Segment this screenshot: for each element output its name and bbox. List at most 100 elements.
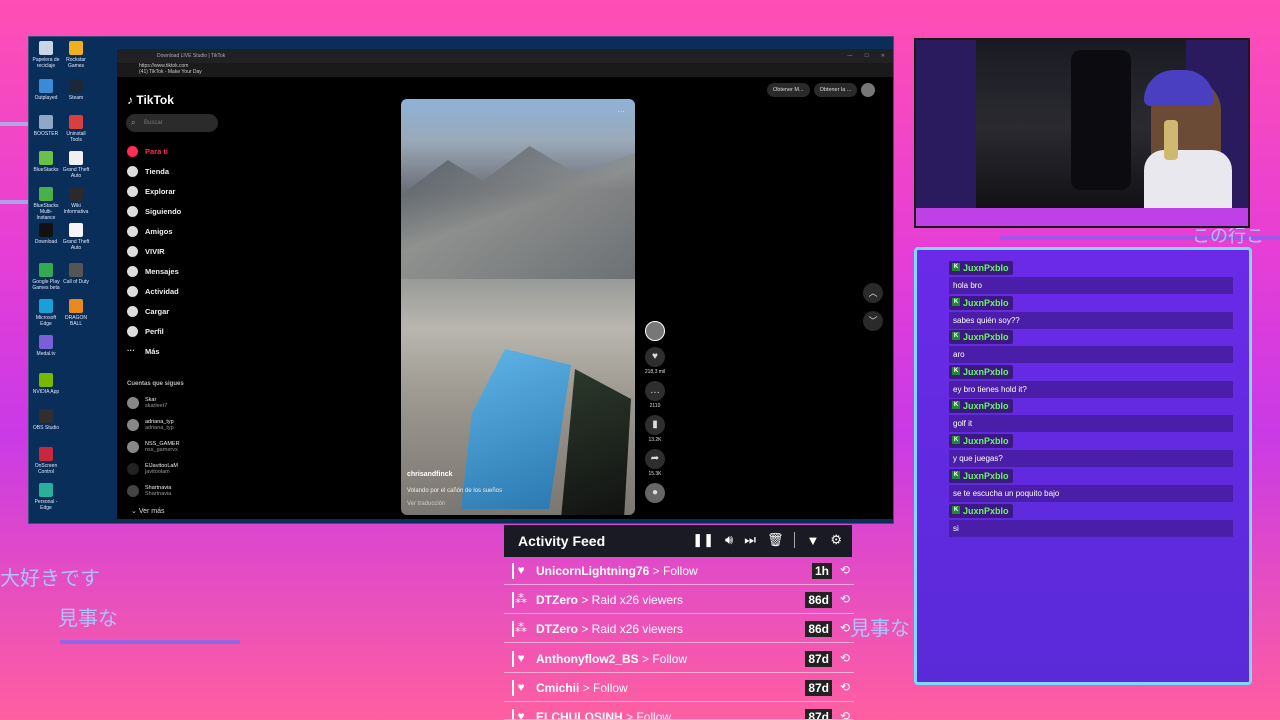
more-icon: ···	[127, 345, 135, 355]
badge-icon: K	[952, 436, 960, 444]
desktop-icon[interactable]: BOOSTER	[31, 115, 61, 137]
replay-icon[interactable]: ⟲	[840, 651, 850, 665]
overlay-text: 大好きです	[0, 566, 100, 590]
trash-icon[interactable]: 🗑︎	[767, 532, 784, 548]
replay-icon[interactable]: ⟲	[840, 592, 850, 606]
pause-icon[interactable]: ❚❚	[692, 532, 714, 548]
desktop-icon[interactable]: Grand Theft Auto	[61, 223, 91, 251]
following-header: Cuentas que sigues	[127, 381, 184, 387]
address-bar[interactable]: https://www.tiktok.com (41) TikTok - Mak…	[117, 63, 893, 77]
desktop-icon[interactable]: OnScreen Control	[31, 447, 61, 475]
chat-message: K JuxnPxblo golf it	[949, 396, 1233, 432]
replay-icon[interactable]: ⟲	[840, 680, 850, 694]
music-disc-icon[interactable]: ●	[645, 483, 665, 503]
desktop-icon[interactable]: Call of Duty	[61, 263, 91, 285]
following-account[interactable]: ElJavitooLaM javitoolam	[127, 459, 223, 479]
following-account[interactable]: NSS_GAMER nss_gamervx	[127, 437, 223, 457]
desktop-icon[interactable]: OBS Studio	[31, 409, 61, 431]
close-icon[interactable]: ✕	[881, 53, 885, 59]
sidebar-nav: Para ti Tienda Explorar Siguiendo Amigos…	[127, 141, 223, 361]
desktop-icon[interactable]: BlueStacks	[31, 151, 61, 173]
replay-icon[interactable]: ⟲	[840, 709, 850, 719]
chat-message: K JuxnPxblo sabes quién soy??	[949, 293, 1233, 329]
desktop-icon[interactable]: Uninstall Tools	[61, 115, 91, 143]
following-account[interactable]: adriana_typ adriana_typ	[127, 415, 223, 435]
friends-icon	[127, 225, 138, 237]
translate-link[interactable]: Ver traducción	[407, 501, 445, 507]
filter-icon[interactable]: ▼	[806, 533, 819, 548]
search-input[interactable]: ⌕ Buscar	[126, 114, 218, 132]
desktop-icon[interactable]: Outplayed	[31, 79, 61, 101]
next-video-button[interactable]: ﹀	[863, 311, 883, 331]
activity-action: > Follow	[582, 681, 628, 695]
sidebar-item-para-ti[interactable]: Para ti	[127, 141, 223, 161]
replay-icon[interactable]: ⟲	[840, 563, 850, 577]
badge-icon: K	[952, 298, 960, 306]
desktop-icon[interactable]: Download	[31, 223, 61, 245]
minimize-icon[interactable]: —	[847, 53, 852, 59]
desktop-icon[interactable]: Wiki Informativa	[61, 187, 91, 215]
get-app-button[interactable]: Obtener M...	[767, 83, 810, 97]
sidebar-item-cargar[interactable]: Cargar	[127, 301, 223, 321]
chevron-up-icon: ︿	[868, 288, 878, 298]
desktop-icon[interactable]: Microsoft Edge	[31, 299, 61, 327]
sidebar-item-actividad[interactable]: Actividad	[127, 281, 223, 301]
volume-icon[interactable]: 🔊︎	[725, 532, 733, 548]
sidebar-item-siguiendo[interactable]: Siguiendo	[127, 201, 223, 221]
sidebar-item-mensajes[interactable]: Mensajes	[127, 261, 223, 281]
activity-time: 86d	[805, 592, 832, 608]
chat-message: K JuxnPxblo aro	[949, 327, 1233, 363]
desktop-icon[interactable]: Google Play Games beta	[31, 263, 61, 291]
sidebar-item-explorar[interactable]: Explorar	[127, 181, 223, 201]
desktop-icon[interactable]: Rockstar Games	[61, 41, 91, 69]
activity-feed-row: ♥ UnicornLightning76 > Follow 1h ⟲	[504, 557, 854, 585]
following-account[interactable]: Skar skarleet7	[127, 393, 223, 413]
chat-text: hola bro	[949, 277, 1233, 294]
sidebar-item-tienda[interactable]: Tienda	[127, 161, 223, 181]
activity-time: 86d	[805, 621, 832, 637]
sidebar-item-perfil[interactable]: Perfil	[127, 321, 223, 341]
replay-icon[interactable]: ⟲	[840, 621, 850, 635]
desktop-icon[interactable]: Steam	[61, 79, 91, 101]
video-player[interactable]: ··· chrisandfinck Volando por el cañón d…	[401, 99, 635, 515]
badge-icon: K	[952, 367, 960, 375]
desktop-icon[interactable]: DRAGON BALL	[61, 299, 91, 327]
activity-feed-header: Activity Feed ❚❚ 🔊︎ ⏭︎ 🗑︎ ▼ ⚙	[504, 525, 852, 557]
sidebar-item-amigos[interactable]: Amigos	[127, 221, 223, 241]
creator-avatar[interactable]	[645, 321, 665, 341]
see-more-link[interactable]: ⌄ Ver más	[131, 507, 165, 515]
skip-icon[interactable]: ⏭︎	[744, 532, 756, 548]
badge-icon: K	[952, 332, 960, 340]
browser-titlebar: Download LIVE Studio | TikTok — ☐ ✕	[117, 49, 893, 63]
prev-video-button[interactable]: ︿	[863, 283, 883, 303]
maximize-icon[interactable]: ☐	[864, 53, 868, 59]
video-username[interactable]: chrisandfinck	[407, 471, 453, 478]
comment-icon[interactable]: …	[645, 381, 665, 401]
desktop-icon[interactable]: BlueStacks Multi-Instance	[31, 187, 61, 221]
sidebar-item-vivir[interactable]: VIVIR	[127, 241, 223, 261]
bookmark-icon[interactable]: ▮	[645, 415, 665, 435]
desktop-icon[interactable]: NVIDIA App	[31, 373, 61, 395]
sidebar-item-mas[interactable]: ··· Más	[127, 341, 223, 361]
share-icon[interactable]: ➦	[645, 449, 665, 469]
desktop-icons: Papelera de reciclaje Rockstar Games Out…	[29, 37, 91, 525]
webcam-scene	[976, 40, 1232, 220]
desktop-icon[interactable]: Grand Theft Auto	[61, 151, 91, 179]
chat-text: y que juegas?	[949, 450, 1233, 467]
activity-feed-title: Activity Feed	[518, 533, 606, 549]
avatar[interactable]	[861, 83, 876, 97]
heart-icon[interactable]: ♥	[645, 347, 665, 367]
badge-icon: K	[952, 263, 960, 271]
gear-icon[interactable]: ⚙	[830, 532, 842, 548]
browser-window: Download LIVE Studio | TikTok — ☐ ✕ https:…	[117, 49, 893, 519]
chat-box: K JuxnPxblo hola bro K JuxnPxblo sabes quién…	[914, 247, 1252, 685]
following-account[interactable]: Shartnavia Shartnavia	[127, 481, 223, 501]
chat-text: golf it	[949, 415, 1233, 432]
desktop-icon[interactable]: Medal.tv	[31, 335, 61, 357]
tiktok-page: ♪ TikTok ⌕ Buscar Para ti Tienda Explora…	[117, 77, 893, 519]
desktop-icon[interactable]: Papelera de reciclaje	[31, 41, 61, 69]
get-desktop-button[interactable]: Obtener la ...	[813, 83, 858, 97]
desktop-icon[interactable]: Personal - Edge	[31, 483, 61, 511]
more-options-icon[interactable]: ···	[617, 107, 625, 116]
tiktok-logo[interactable]: ♪ TikTok	[127, 93, 174, 107]
